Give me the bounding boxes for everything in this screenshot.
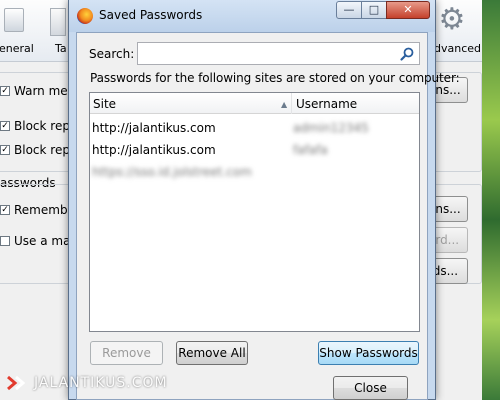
dialog-body: Search: Passwords for the following site… bbox=[76, 32, 460, 400]
search-input[interactable] bbox=[140, 45, 398, 62]
table-row[interactable]: http://jalantikus.com admin12345 bbox=[90, 117, 419, 139]
search-box[interactable] bbox=[137, 42, 420, 65]
column-header-site[interactable]: Site bbox=[90, 93, 292, 114]
close-window-button[interactable]: ✕ bbox=[386, 1, 430, 19]
desktop-background-strip bbox=[482, 0, 500, 400]
show-passwords-button[interactable]: Show Passwords bbox=[318, 341, 419, 365]
option-warn[interactable]: ✓ Warn me v bbox=[0, 82, 79, 100]
minimize-button[interactable]: — bbox=[336, 1, 362, 19]
row-username: fafafa bbox=[293, 143, 328, 157]
watermark: JALANTIKUS.COM bbox=[6, 374, 168, 392]
row-site: http://jalantikus.com bbox=[92, 143, 216, 157]
sort-ascending-icon: ▲ bbox=[281, 100, 288, 109]
row-username: admin12345 bbox=[293, 121, 369, 135]
firefox-icon bbox=[77, 8, 93, 24]
column-header-site-label: Site bbox=[93, 97, 117, 111]
checkbox[interactable]: ✓ bbox=[0, 205, 10, 215]
tab-tabs[interactable]: Ta bbox=[55, 42, 67, 55]
jalantikus-logo-icon bbox=[7, 375, 26, 391]
checkbox[interactable] bbox=[0, 236, 10, 246]
dialog-title: Saved Passwords bbox=[99, 8, 203, 22]
column-header-username-label: Username bbox=[296, 97, 358, 111]
remove-button[interactable]: Remove bbox=[90, 341, 163, 365]
remove-all-button[interactable]: Remove All bbox=[176, 341, 248, 365]
option-block-reported-1[interactable]: ✓ Block repo bbox=[0, 117, 77, 135]
dialog-titlebar[interactable]: Saved Passwords — □ ✕ bbox=[69, 0, 435, 32]
table-row[interactable]: https://sso.id.jolstreet.com bbox=[90, 161, 419, 183]
passwords-table[interactable]: Site ▲ Username http://jalantikus.com ad… bbox=[89, 92, 420, 332]
general-tab-icon bbox=[4, 8, 24, 32]
column-header-username[interactable]: Username bbox=[293, 93, 419, 114]
table-row[interactable]: http://jalantikus.com fafafa bbox=[90, 139, 419, 161]
checkbox[interactable]: ✓ bbox=[0, 121, 10, 131]
row-site: http://jalantikus.com bbox=[92, 121, 216, 135]
tab-advanced[interactable]: dvanced bbox=[434, 42, 481, 55]
gear-icon: ⚙ bbox=[438, 2, 466, 37]
search-icon[interactable] bbox=[399, 46, 415, 62]
info-text: Passwords for the following sites are st… bbox=[90, 71, 460, 85]
row-site: https://sso.id.jolstreet.com bbox=[92, 165, 252, 179]
search-label: Search: bbox=[89, 47, 135, 61]
saved-passwords-dialog: Saved Passwords — □ ✕ Search: Passwords … bbox=[68, 0, 460, 400]
table-header: Site ▲ Username bbox=[90, 93, 419, 114]
watermark-text: JALANTIKUS.COM bbox=[34, 375, 168, 391]
checkbox[interactable]: ✓ bbox=[0, 86, 10, 96]
tabs-tab-icon bbox=[50, 8, 66, 36]
maximize-button[interactable]: □ bbox=[361, 1, 387, 19]
tab-general[interactable]: eneral bbox=[0, 42, 34, 55]
close-button[interactable]: Close bbox=[333, 376, 408, 400]
checkbox[interactable]: ✓ bbox=[0, 145, 10, 155]
option-block-reported-2[interactable]: ✓ Block repo bbox=[0, 141, 77, 159]
